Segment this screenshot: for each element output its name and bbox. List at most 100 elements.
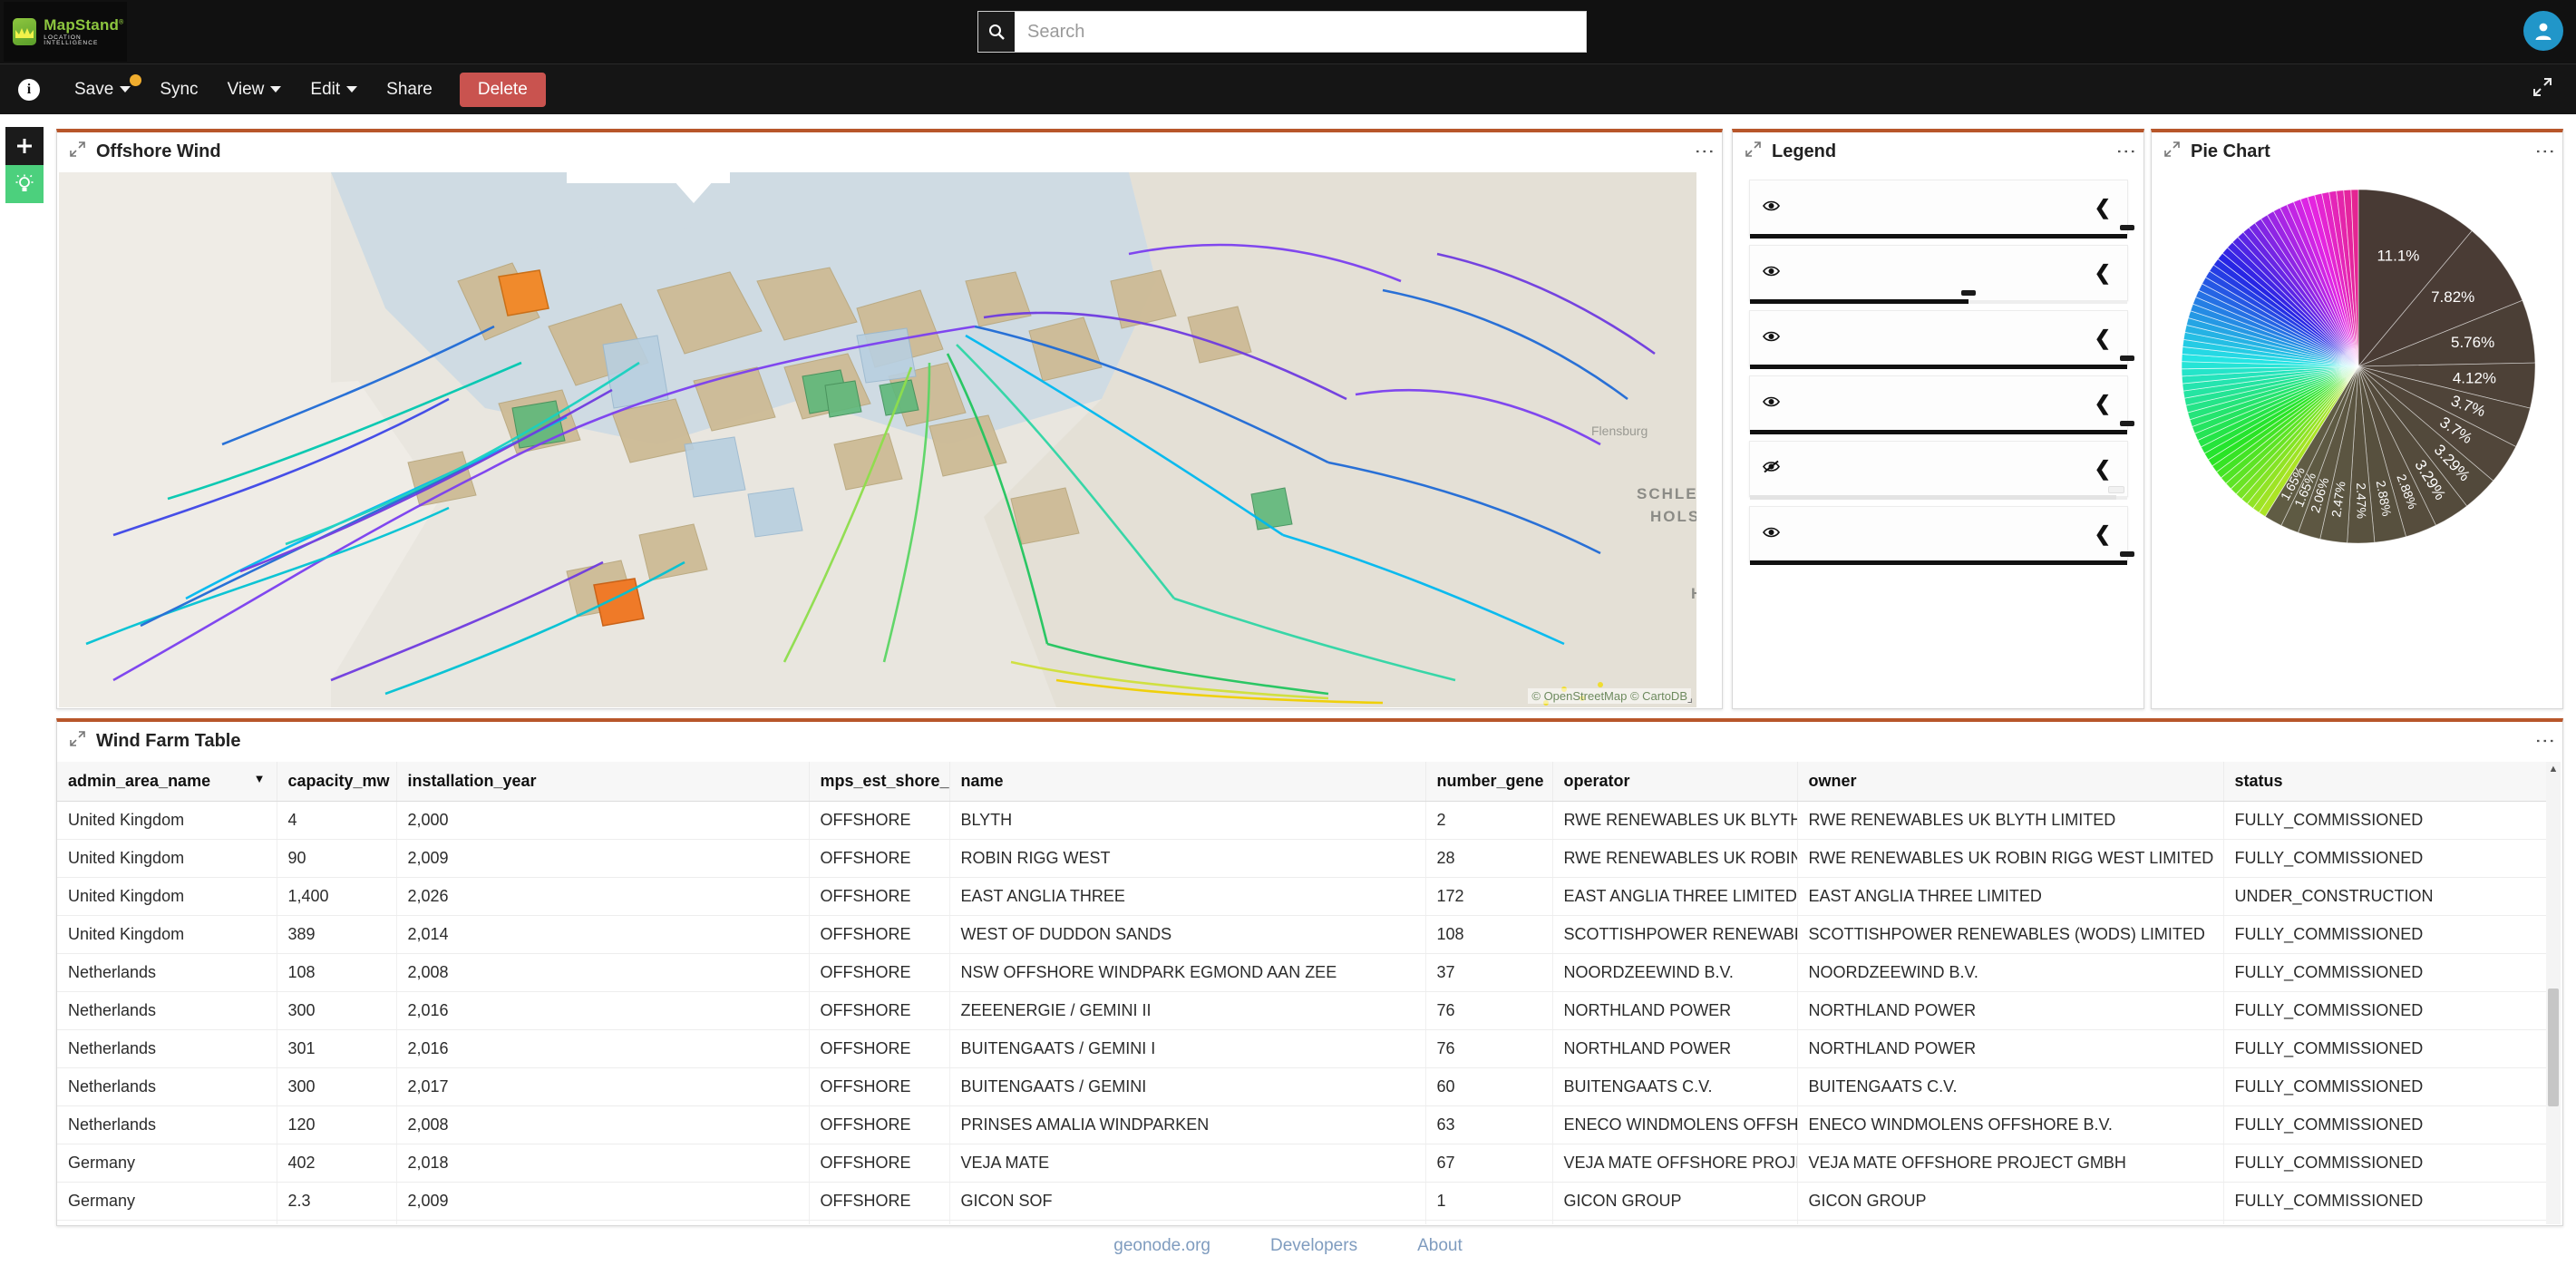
table-cell: 120 bbox=[277, 1106, 396, 1144]
table-cell: 80 bbox=[1425, 1221, 1552, 1225]
table-row[interactable]: United Kingdom1,4002,026OFFSHOREEAST ANG… bbox=[57, 878, 2546, 916]
opacity-slider[interactable] bbox=[1750, 298, 2127, 305]
avatar[interactable] bbox=[2523, 11, 2563, 51]
menu-item-sync-label: Sync bbox=[160, 80, 198, 100]
svg-text:Bremerhaven: Bremerhaven bbox=[1460, 705, 1536, 707]
table-header-mps_est_shore_[interactable]: mps_est_shore_ bbox=[809, 762, 949, 802]
slider-fill bbox=[1750, 299, 1968, 304]
table-header-owner[interactable]: owner bbox=[1797, 762, 2223, 802]
table-cell: BUITENGAATS / GEMINI bbox=[949, 1068, 1425, 1106]
delete-button[interactable]: Delete bbox=[460, 73, 546, 107]
table-scroll-area[interactable]: admin_area_name▼capacity_mwinstallation_… bbox=[57, 762, 2564, 1224]
footer-link-developers[interactable]: Developers bbox=[1270, 1236, 1357, 1256]
collapse-chevron-icon[interactable]: ❮ bbox=[2095, 522, 2111, 546]
legend-panel-menu-icon[interactable]: ⋮ bbox=[2121, 141, 2133, 161]
eye-off-icon[interactable] bbox=[1763, 460, 1780, 478]
table-cell: 28 bbox=[1425, 840, 1552, 878]
pie-chart-area[interactable]: 11.1%7.82%5.76%4.12%3.7%3.7%3.29%3.29%2.… bbox=[2152, 176, 2564, 702]
table-row[interactable]: Germany2.32,009OFFSHOREGICON SOF1GICON G… bbox=[57, 1183, 2546, 1221]
table-cell: FULLY_COMMISSIONED bbox=[2223, 802, 2546, 840]
eye-icon[interactable] bbox=[1763, 199, 1780, 217]
table-row[interactable]: United Kingdom42,000OFFSHOREBLYTH2RWE RE… bbox=[57, 802, 2546, 840]
scroll-up-arrow-icon[interactable]: ▲ bbox=[2546, 762, 2561, 776]
table-cell: NORTHLAND POWER bbox=[1552, 1030, 1797, 1068]
collapse-chevron-icon[interactable]: ❮ bbox=[2095, 392, 2111, 415]
table-header-status[interactable]: status bbox=[2223, 762, 2546, 802]
add-layer-button[interactable] bbox=[5, 127, 44, 165]
legend-list: ❮ ❮ ❮ ❮ ❮ ❮ bbox=[1749, 180, 2128, 571]
expand-panel-icon[interactable] bbox=[70, 731, 85, 751]
table-panel-menu-icon[interactable]: ⋮ bbox=[2540, 731, 2552, 751]
expand-panel-icon[interactable] bbox=[2164, 141, 2180, 161]
table-row[interactable]: Netherlands1202,008OFFSHOREPRINSES AMALI… bbox=[57, 1106, 2546, 1144]
table-header-number_gene[interactable]: number_gene bbox=[1425, 762, 1552, 802]
menu-item-save[interactable]: Save bbox=[60, 64, 145, 115]
opacity-slider[interactable] bbox=[1750, 560, 2127, 566]
pie-panel-menu-icon[interactable]: ⋮ bbox=[2540, 141, 2552, 161]
table-row[interactable]: Germany2882,015OFFSHOREBUTENDIEK80OWP BU… bbox=[57, 1221, 2546, 1225]
footer-link-about[interactable]: About bbox=[1417, 1236, 1463, 1256]
map-resize-handle-icon[interactable]: ⌟ bbox=[1687, 690, 1693, 706]
expand-panel-icon[interactable] bbox=[1745, 141, 1761, 161]
legend-item[interactable]: ❮ bbox=[1749, 245, 2128, 301]
legend-item[interactable]: ❮ bbox=[1749, 441, 2128, 497]
collapse-chevron-icon[interactable]: ❮ bbox=[2095, 196, 2111, 219]
table-header-name[interactable]: name bbox=[949, 762, 1425, 802]
menu-item-edit[interactable]: Edit bbox=[296, 64, 372, 115]
search-icon[interactable] bbox=[978, 12, 1015, 52]
legend-item[interactable]: ❮ bbox=[1749, 506, 2128, 562]
eye-icon[interactable] bbox=[1763, 394, 1780, 413]
table-row[interactable]: United Kingdom902,009OFFSHOREROBIN RIGG … bbox=[57, 840, 2546, 878]
info-button[interactable]: i bbox=[0, 64, 60, 115]
app-logo[interactable]: MapStand® LOCATION INTELLIGENCE bbox=[4, 2, 127, 62]
table-cell: 37 bbox=[1425, 954, 1552, 992]
table-cell: 2,009 bbox=[396, 840, 809, 878]
expand-panel-icon[interactable] bbox=[70, 141, 85, 161]
menu-item-sync[interactable]: Sync bbox=[145, 64, 212, 115]
legend-item[interactable]: ❮ bbox=[1749, 375, 2128, 432]
map-panel-menu-icon[interactable]: ⋮ bbox=[1699, 141, 1711, 161]
table-cell: 2,008 bbox=[396, 954, 809, 992]
menu-item-view[interactable]: View bbox=[213, 64, 296, 115]
table-row[interactable]: Germany4022,018OFFSHOREVEJA MATE67VEJA M… bbox=[57, 1144, 2546, 1183]
expand-arrows-icon[interactable] bbox=[2532, 77, 2552, 102]
table-header-capacity_mw[interactable]: capacity_mw bbox=[277, 762, 396, 802]
eye-icon[interactable] bbox=[1763, 264, 1780, 282]
table-vertical-scrollbar[interactable]: ▲ bbox=[2546, 762, 2561, 1224]
legend-item[interactable]: ❮ bbox=[1749, 310, 2128, 366]
table-cell: 300 bbox=[277, 1068, 396, 1106]
table-row[interactable]: United Kingdom3892,014OFFSHOREWEST OF DU… bbox=[57, 916, 2546, 954]
map-canvas[interactable]: SCHLESWIG- HOLSTEIN HAMBURG LOWER SAXONY… bbox=[59, 172, 1696, 707]
table-cell: ENECO WINDMOLENS OFFSHORE B.V. bbox=[1797, 1106, 2223, 1144]
table-cell: FULLY_COMMISSIONED bbox=[2223, 1221, 2546, 1225]
opacity-slider[interactable] bbox=[1750, 233, 2127, 239]
table-header-operator[interactable]: operator bbox=[1552, 762, 1797, 802]
table-cell: Netherlands bbox=[57, 1068, 277, 1106]
table-cell: 108 bbox=[277, 954, 396, 992]
table-row[interactable]: Netherlands1082,008OFFSHORENSW OFFSHORE … bbox=[57, 954, 2546, 992]
legend-item[interactable]: ❮ bbox=[1749, 180, 2128, 236]
table-row[interactable]: Netherlands3012,016OFFSHOREBUITENGAATS /… bbox=[57, 1030, 2546, 1068]
table-header-installation_year[interactable]: installation_year bbox=[396, 762, 809, 802]
table-cell: VEJA MATE bbox=[949, 1144, 1425, 1183]
collapse-chevron-icon[interactable]: ❮ bbox=[2095, 261, 2111, 285]
table-row[interactable]: Netherlands3002,016OFFSHOREZEEENERGIE / … bbox=[57, 992, 2546, 1030]
table-header-admin_area_name[interactable]: admin_area_name▼ bbox=[57, 762, 277, 802]
eye-icon[interactable] bbox=[1763, 329, 1780, 347]
menu-item-share[interactable]: Share bbox=[372, 64, 447, 115]
table-row[interactable]: Netherlands3002,017OFFSHOREBUITENGAATS /… bbox=[57, 1068, 2546, 1106]
opacity-slider[interactable] bbox=[1750, 364, 2127, 370]
scrollbar-thumb[interactable] bbox=[2548, 988, 2559, 1106]
search-input[interactable] bbox=[1015, 12, 1586, 52]
collapse-chevron-icon[interactable]: ❮ bbox=[2095, 326, 2111, 350]
table-cell: VEJA MATE OFFSHORE PROJECT GMBH bbox=[1797, 1144, 2223, 1183]
info-icon: i bbox=[18, 79, 40, 101]
pie-panel-header: Pie Chart ⋮ bbox=[2152, 132, 2562, 170]
opacity-value-tooltip bbox=[2120, 551, 2134, 557]
opacity-slider[interactable] bbox=[1750, 429, 2127, 435]
lightbulb-icon[interactable] bbox=[5, 165, 44, 203]
opacity-slider[interactable] bbox=[1750, 494, 2127, 501]
footer-link-geonode[interactable]: geonode.org bbox=[1113, 1236, 1210, 1256]
eye-icon[interactable] bbox=[1763, 525, 1780, 543]
collapse-chevron-icon[interactable]: ❮ bbox=[2095, 457, 2111, 481]
